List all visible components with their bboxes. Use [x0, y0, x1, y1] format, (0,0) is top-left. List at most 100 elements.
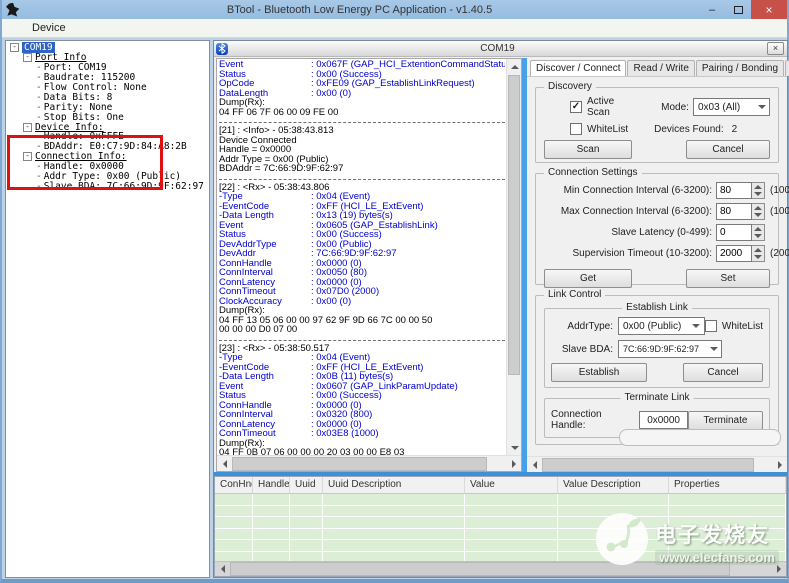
- slave-bda-label: Slave BDA:: [551, 344, 613, 355]
- supervision-timeout-stepper[interactable]: 2000: [716, 245, 765, 262]
- tree-expander-icon[interactable]: -: [23, 152, 32, 161]
- watermark: 电子发烧友 www.elecfans.com: [595, 512, 779, 571]
- supervision-timeout-value[interactable]: 2000: [716, 245, 752, 262]
- scroll-right-icon[interactable]: [506, 456, 521, 471]
- mode-dropdown[interactable]: 0x03 (All): [693, 98, 770, 116]
- column-header-uuid[interactable]: Uuid: [290, 477, 323, 493]
- min-connection-interval-stepper[interactable]: 80: [716, 182, 765, 199]
- tab-read-write[interactable]: Read / Write: [627, 60, 694, 76]
- panel-horizontal-scrollbar[interactable]: [527, 456, 787, 472]
- tab-pairing-bonding[interactable]: Pairing / Bonding: [696, 60, 784, 76]
- scroll-left-icon[interactable]: [527, 457, 542, 472]
- main-window: BTool - Bluetooth Low Energy PC Applicat…: [0, 0, 789, 583]
- scan-button[interactable]: Scan: [544, 140, 632, 159]
- discovery-group: Discovery Active Scan Mode: 0x03 (All) W…: [535, 87, 779, 163]
- com19-title-bar[interactable]: COM19 ×: [214, 41, 787, 57]
- addr-type-value: 0x00 (Public): [619, 321, 689, 332]
- maximize-icon: [734, 6, 743, 14]
- chevron-down-icon: [689, 324, 704, 328]
- spinner-arrows-icon[interactable]: [752, 245, 765, 262]
- addr-type-dropdown[interactable]: 0x00 (Public): [618, 317, 705, 335]
- get-button[interactable]: Get: [544, 269, 632, 288]
- scroll-up-icon[interactable]: [507, 59, 522, 74]
- set-button[interactable]: Set: [686, 269, 770, 288]
- max-connection-interval-value[interactable]: 80: [716, 203, 752, 220]
- tab-adv-commands[interactable]: Adv Commands: [785, 60, 789, 76]
- connection-handle-input[interactable]: 0x0000: [639, 411, 688, 429]
- active-scan-checkbox[interactable]: [570, 101, 582, 113]
- column-header-uuid-description[interactable]: Uuid Description: [323, 477, 465, 493]
- close-button[interactable]: ×: [751, 0, 787, 19]
- slave-latency-value[interactable]: 0: [716, 224, 752, 241]
- tree-content: -COM19-Port Info-Port: COM19-Baudrate: 1…: [8, 43, 207, 191]
- control-panel: Discover / ConnectRead / WritePairing / …: [527, 58, 787, 472]
- establish-button[interactable]: Establish: [551, 363, 647, 382]
- min-connection-interval-value[interactable]: 80: [716, 182, 752, 199]
- max-connection-interval-label: Max Connection Interval (6-3200):: [544, 206, 712, 217]
- column-header-handle[interactable]: Handle: [253, 477, 290, 493]
- link-control-title: Link Control: [544, 289, 605, 300]
- tree-item-slave-bda[interactable]: Slave BDA: 7C:66:9D:9F:62:97: [44, 181, 204, 192]
- slave-bda-dropdown[interactable]: 7C:66:9D:9F:62:97: [618, 340, 722, 358]
- menu-device[interactable]: Device: [24, 22, 74, 34]
- log-vscroll-thumb[interactable]: [508, 75, 520, 375]
- watermark-logo-icon: [595, 512, 649, 571]
- log-line: 04 FF 0B 07 06 00 00 00 20 03 00 00 E8 0…: [219, 448, 505, 455]
- app-icon: [6, 3, 20, 17]
- devices-found-label: Devices Found:: [654, 124, 723, 135]
- slave-bda-value: 7C:66:9D:9F:62:97: [619, 344, 706, 354]
- terminate-link-title: Terminate Link: [620, 392, 693, 403]
- spinner-arrows-icon[interactable]: [752, 224, 765, 241]
- progress-bar: [619, 429, 781, 446]
- max-connection-interval-row: Max Connection Interval (6-3200):80(100.…: [544, 203, 770, 220]
- maximize-button[interactable]: [725, 0, 751, 19]
- scroll-down-icon[interactable]: [507, 440, 522, 455]
- discover-connect-page: Discovery Active Scan Mode: 0x03 (All) W…: [527, 76, 787, 456]
- column-header-value[interactable]: Value: [465, 477, 558, 493]
- scroll-left-icon[interactable]: [217, 456, 232, 471]
- com19-title: COM19: [228, 43, 767, 54]
- scroll-right-icon[interactable]: [772, 457, 787, 472]
- log-vertical-scrollbar[interactable]: [506, 59, 521, 455]
- tree-line-icon: -: [36, 181, 42, 192]
- tree-expander-icon[interactable]: -: [10, 43, 19, 52]
- slave-latency-stepper[interactable]: 0: [716, 224, 765, 241]
- terminate-button[interactable]: Terminate: [688, 411, 763, 430]
- column-header-properties[interactable]: Properties: [669, 477, 786, 493]
- max-connection-interval-unit: (100.00ms): [770, 206, 789, 217]
- min-connection-interval-label: Min Connection Interval (6-3200):: [544, 185, 712, 196]
- min-connection-interval-row: Min Connection Interval (6-3200):80(100.…: [544, 182, 770, 199]
- column-header-value-description[interactable]: Value Description: [558, 477, 669, 493]
- discovery-cancel-button[interactable]: Cancel: [686, 140, 770, 159]
- discovery-whitelist-label: WhiteList: [587, 124, 628, 135]
- spinner-arrows-icon[interactable]: [752, 182, 765, 199]
- addr-type-label: AddrType:: [551, 321, 613, 332]
- scroll-left-icon[interactable]: [215, 562, 230, 577]
- log-area[interactable]: Event: 0x067F (GAP_HCI_ExtentionCommandS…: [216, 58, 522, 472]
- panel-hscroll-thumb[interactable]: [542, 458, 754, 472]
- establish-cancel-button[interactable]: Cancel: [683, 363, 763, 382]
- tree-expander-icon[interactable]: -: [23, 53, 32, 62]
- link-control-group: Link Control Establish Link AddrType: 0x…: [535, 295, 779, 445]
- com19-close-button[interactable]: ×: [767, 42, 784, 55]
- column-header-conhnd[interactable]: ConHnd: [215, 477, 253, 493]
- slave-latency-row: Slave Latency (0-499):0: [544, 224, 770, 241]
- log-horizontal-scrollbar[interactable]: [217, 455, 521, 471]
- log-line: 00 00 00 D0 07 00: [219, 325, 505, 335]
- tab-discover-connect[interactable]: Discover / Connect: [530, 60, 626, 77]
- device-tree-panel[interactable]: -COM19-Port Info-Port: COM19-Baudrate: 1…: [5, 40, 210, 578]
- bluetooth-icon: [216, 43, 228, 55]
- tree-expander-icon[interactable]: -: [23, 123, 32, 132]
- spinner-arrows-icon[interactable]: [752, 203, 765, 220]
- log-separator: [219, 335, 505, 341]
- link-whitelist-checkbox[interactable]: [705, 320, 717, 332]
- establish-link-title: Establish Link: [622, 302, 692, 313]
- log-hscroll-thumb[interactable]: [232, 457, 487, 471]
- title-bar[interactable]: BTool - Bluetooth Low Energy PC Applicat…: [2, 0, 787, 19]
- minimize-button[interactable]: –: [699, 0, 725, 19]
- table-header-row: ConHndHandleUuidUuid DescriptionValueVal…: [215, 477, 786, 494]
- table-row[interactable]: [215, 494, 786, 506]
- menu-bar: Device: [2, 19, 787, 38]
- discovery-whitelist-checkbox[interactable]: [570, 123, 582, 135]
- max-connection-interval-stepper[interactable]: 80: [716, 203, 765, 220]
